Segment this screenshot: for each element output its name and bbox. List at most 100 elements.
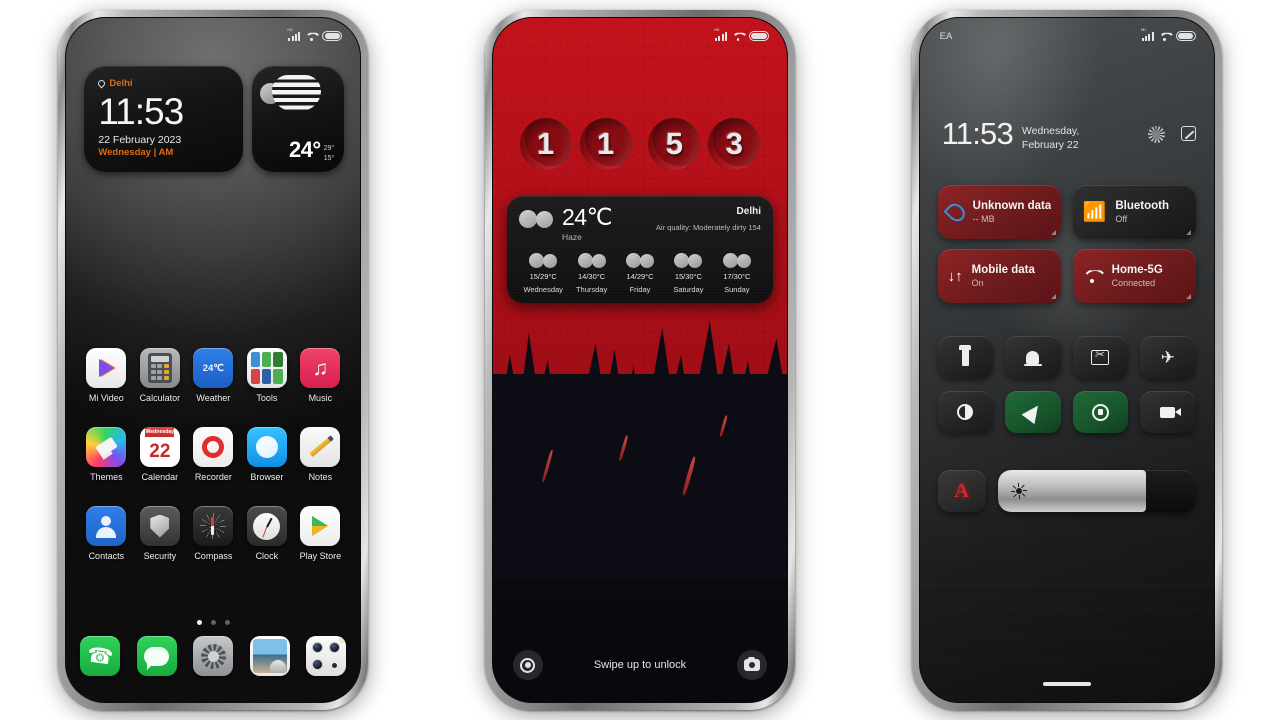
app-label: Tools: [256, 393, 278, 403]
tile-text: Bluetooth Off: [1115, 200, 1169, 224]
weather-icon-temp: 24℃: [202, 362, 224, 374]
camera-icon[interactable]: [306, 636, 347, 676]
app-security[interactable]: Security: [134, 506, 186, 561]
tile-subtitle: -- MB: [972, 214, 995, 224]
app-mi-video[interactable]: Mi Video: [80, 348, 132, 403]
app-label: Themes: [90, 472, 123, 482]
play-store-icon: [300, 506, 341, 546]
page-dot-2[interactable]: [210, 620, 216, 625]
notes-icon: [300, 427, 341, 467]
page-indicator[interactable]: [66, 620, 360, 625]
tile-subtitle: Connected: [1111, 278, 1156, 288]
browser-icon: [246, 427, 287, 467]
app-contacts[interactable]: Contacts: [80, 506, 132, 561]
brightness-slider[interactable]: [997, 470, 1196, 512]
forecast-day: 15/30°C Saturday: [664, 253, 712, 294]
tile-bluetooth[interactable]: 📶 Bluetooth Off: [1072, 185, 1196, 239]
forecast-label: Sunday: [724, 285, 750, 294]
app-tools[interactable]: Tools: [241, 348, 293, 403]
lock-weather-meta: Delhi Air quality: Moderately dirty 154: [656, 206, 761, 232]
tile-wifi[interactable]: Home-5G Connected: [1072, 249, 1196, 303]
haze-icon: [529, 253, 558, 268]
app-themes[interactable]: Themes: [80, 427, 132, 482]
fingerprint-icon[interactable]: [512, 650, 543, 680]
tile-subtitle: Off: [1115, 214, 1128, 224]
app-browser[interactable]: Browser: [241, 427, 293, 482]
status-bar-right: [1141, 27, 1196, 41]
app-play-store[interactable]: Play Store: [294, 506, 346, 561]
messages-icon[interactable]: [136, 636, 177, 676]
weather-widget-temps: 24° 29° 15°: [262, 137, 334, 163]
battery-icon: [748, 31, 769, 41]
app-label: Play Store: [299, 551, 342, 561]
clock-widget-time: 11:53: [98, 91, 184, 132]
clock-widget[interactable]: Delhi 11:53 22 February 2023 Wednesday |…: [84, 66, 244, 173]
tile-text: Unknown data plan -- MB: [973, 200, 1051, 224]
ringtone-bell-icon[interactable]: [1005, 336, 1061, 378]
signal-icon: [287, 27, 301, 41]
compass-icon: [193, 506, 234, 546]
tile-expand-corner-icon[interactable]: [1050, 230, 1056, 235]
status-bar-lock: [493, 18, 787, 48]
screenshot-icon[interactable]: [1072, 336, 1129, 378]
dark-mode-icon[interactable]: [937, 391, 994, 433]
forecast-temps: 14/30°C: [578, 272, 606, 281]
control-center-screen: EA 11:53 Wednesday, February 22: [919, 18, 1214, 702]
edit-icon[interactable]: [1180, 126, 1196, 141]
app-label: Security: [143, 551, 177, 561]
weather-widget-temp: 24°: [288, 137, 321, 163]
tile-expand-corner-icon[interactable]: [1050, 294, 1056, 299]
weather-icon: 24℃: [193, 348, 234, 388]
location-icon[interactable]: [1005, 391, 1061, 433]
page-dot-3[interactable]: [224, 620, 230, 625]
brightness-sun-icon: [1010, 483, 1027, 499]
status-bar-right: [287, 27, 343, 41]
app-clock[interactable]: Clock: [241, 506, 293, 561]
phone-icon[interactable]: ☎: [80, 636, 121, 676]
calendar-weekday: Wednesday: [145, 427, 175, 437]
haze-icon: [518, 210, 553, 228]
app-calculator[interactable]: Calculator: [134, 348, 186, 403]
app-compass[interactable]: Compass: [187, 506, 239, 561]
app-label: Clock: [255, 551, 279, 561]
app-weather[interactable]: 24℃ Weather: [187, 348, 239, 403]
airplane-mode-icon[interactable]: ✈: [1140, 336, 1196, 378]
forecast-temps: 15/30°C: [674, 272, 702, 281]
wifi-icon: [1083, 269, 1103, 284]
lock-clock-colon: :: [636, 132, 644, 155]
auto-rotate-lock-icon[interactable]: [1072, 391, 1129, 433]
tile-data-plan[interactable]: Unknown data plan -- MB: [937, 185, 1061, 239]
tile-title: Bluetooth: [1115, 200, 1169, 212]
brightness-row: A: [937, 470, 1196, 512]
app-row-1: Mi Video Calculator 24℃ Weather Tools ♫ …: [80, 348, 346, 403]
contacts-icon: [86, 506, 127, 546]
app-row-3: Contacts Security Compass Clock Play Sto…: [80, 506, 346, 561]
page-dot-1[interactable]: [196, 620, 202, 625]
tile-expand-corner-icon[interactable]: [1185, 230, 1191, 235]
home-indicator-bar[interactable]: [1042, 682, 1091, 686]
forecast-day: 14/30°C Thursday: [567, 253, 615, 294]
weather-widget[interactable]: 24° 29° 15°: [252, 66, 345, 173]
screen-recorder-icon[interactable]: [1140, 391, 1196, 433]
tools-folder-icon: [246, 348, 287, 388]
settings-icon[interactable]: [193, 636, 234, 676]
phone-screen-bezel: 1 1 : 5 3 24℃ Haze Delhi Air quality: Mo…: [491, 17, 788, 703]
flashlight-icon[interactable]: [937, 336, 994, 378]
app-label: Contacts: [88, 551, 125, 561]
app-recorder[interactable]: Recorder: [187, 427, 239, 482]
camera-icon[interactable]: [736, 650, 767, 680]
tile-mobile-data[interactable]: ↓↑ Mobile data On: [937, 249, 1061, 303]
security-icon: [139, 506, 180, 546]
forecast-day: 14/29°C Friday: [616, 253, 664, 294]
lock-weather-widget[interactable]: 24℃ Haze Delhi Air quality: Moderately d…: [506, 196, 773, 303]
tile-expand-corner-icon[interactable]: [1185, 294, 1191, 299]
auto-brightness-button[interactable]: A: [937, 470, 986, 512]
gear-icon[interactable]: [1147, 126, 1165, 143]
tile-title: Mobile data: [971, 264, 1035, 276]
forecast-label: Thursday: [575, 285, 608, 294]
gallery-icon[interactable]: [249, 636, 290, 676]
app-music[interactable]: ♫ Music: [294, 348, 346, 403]
lock-weather-air-quality: Air quality: Moderately dirty 154: [655, 223, 761, 232]
app-notes[interactable]: Notes: [294, 427, 346, 482]
app-calendar[interactable]: Wednesday 22 Calendar: [134, 427, 186, 482]
